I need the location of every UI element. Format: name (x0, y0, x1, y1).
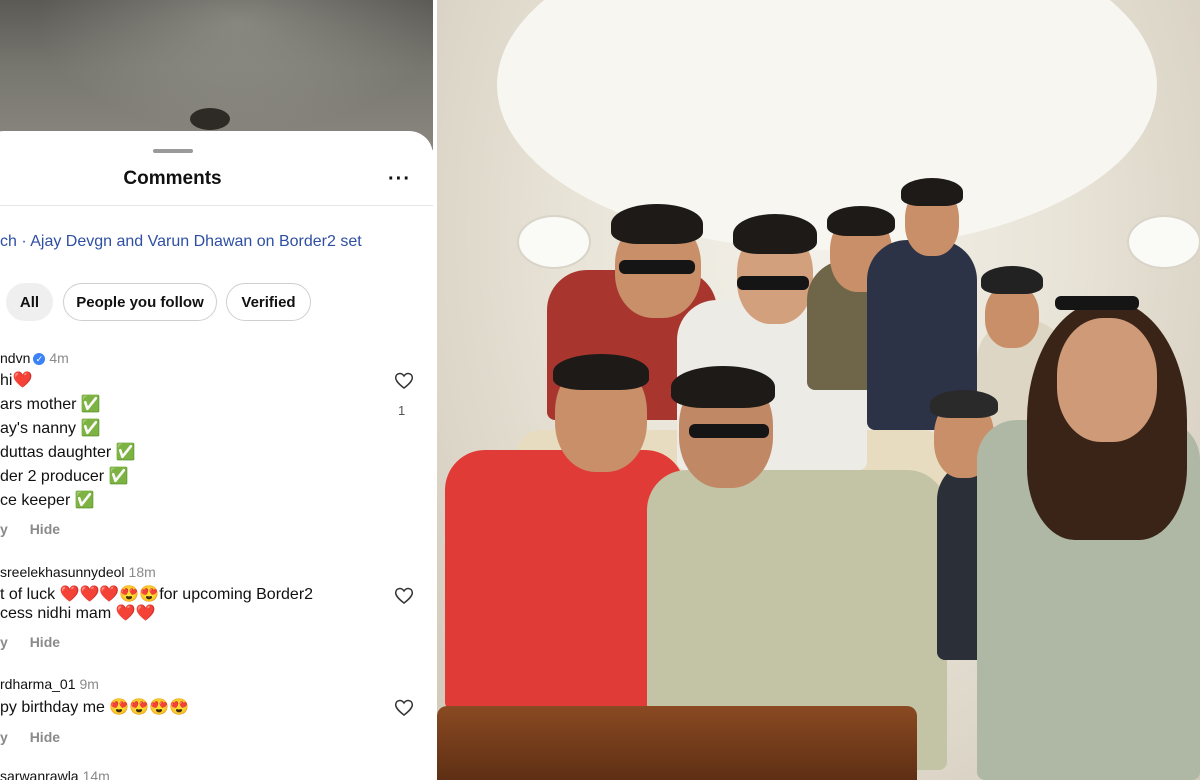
comment-username[interactable]: sreelekhasunnydeol 18m (0, 564, 156, 580)
comment-line: der 2 producer ✅ (0, 468, 129, 485)
person-hair (553, 354, 649, 390)
more-options-icon[interactable]: ··· (388, 168, 411, 191)
username-text[interactable]: ndvn (0, 350, 30, 366)
heart-icon[interactable] (394, 371, 414, 391)
drag-handle[interactable] (153, 149, 193, 153)
comment-actions: y Hide (0, 521, 60, 537)
comment-actions: y Hide (0, 729, 60, 745)
hide-button[interactable]: Hide (30, 729, 60, 745)
person-hair (901, 178, 963, 206)
filter-chip-verified[interactable]: Verified (226, 283, 311, 321)
heart-icon[interactable] (394, 586, 414, 606)
comment-line: py birthday me 😍😍😍😍 (0, 699, 190, 716)
cabin-light (1127, 215, 1200, 269)
username-text[interactable]: rdharma_01 (0, 676, 76, 692)
photo-heads (190, 108, 230, 130)
cabin-ceiling (497, 0, 1157, 250)
comment-line: ce keeper ✅ (0, 492, 95, 509)
sunglasses (689, 424, 769, 438)
person-hair (827, 206, 895, 236)
person-hair (733, 214, 817, 254)
comment-username[interactable]: ndvn ✓ 4m (0, 350, 69, 366)
username-text[interactable]: sreelekhasunnydeol (0, 564, 125, 580)
panel-title: Comments (123, 168, 222, 189)
person-hair (611, 204, 703, 244)
sunglasses (1055, 296, 1139, 310)
username-text[interactable]: sarwanrawla (0, 768, 79, 780)
sunglasses (619, 260, 695, 274)
header-divider (0, 205, 433, 206)
filter-chip-people-you-follow[interactable]: People you follow (63, 283, 217, 321)
person-head (1057, 318, 1157, 442)
post-title-link[interactable]: ch · Ajay Devgn and Varun Dhawan on Bord… (0, 233, 362, 251)
filter-chip-all[interactable]: All (6, 283, 53, 321)
comment-time: 14m (82, 768, 110, 780)
reply-button[interactable]: y (0, 634, 8, 650)
comment-time: 9m (79, 676, 99, 692)
hide-button[interactable]: Hide (30, 521, 60, 537)
comment-line: duttas daughter ✅ (0, 444, 136, 461)
comment-time: 18m (128, 564, 156, 580)
comments-panel: Comments ··· ch · Ajay Devgn and Varun D… (0, 0, 433, 780)
hide-button[interactable]: Hide (30, 634, 60, 650)
cabin-light (517, 215, 591, 269)
reply-button[interactable]: y (0, 521, 8, 537)
sunglasses (737, 276, 809, 290)
comment-username[interactable]: sarwanrawla 14m (0, 768, 110, 780)
person-cap (981, 266, 1043, 294)
person-cap (930, 390, 998, 418)
like-count: 1 (398, 403, 406, 418)
comment-line: cess nidhi mam ❤️❤️ (0, 605, 156, 622)
group-photo (437, 0, 1200, 780)
comment-line: ars mother ✅ (0, 396, 101, 413)
person-hair (671, 366, 775, 408)
comment-line: ay's nanny ✅ (0, 420, 101, 437)
background-photo-strip (0, 0, 433, 150)
comment-time: 4m (49, 350, 69, 366)
heart-icon[interactable] (394, 698, 414, 718)
reply-button[interactable]: y (0, 729, 8, 745)
comment-username[interactable]: rdharma_01 9m (0, 676, 99, 692)
verified-badge-icon: ✓ (33, 353, 46, 365)
comment-line: hi❤️ (0, 372, 33, 389)
cabin-table (437, 706, 917, 780)
comment-actions: y Hide (0, 634, 60, 650)
